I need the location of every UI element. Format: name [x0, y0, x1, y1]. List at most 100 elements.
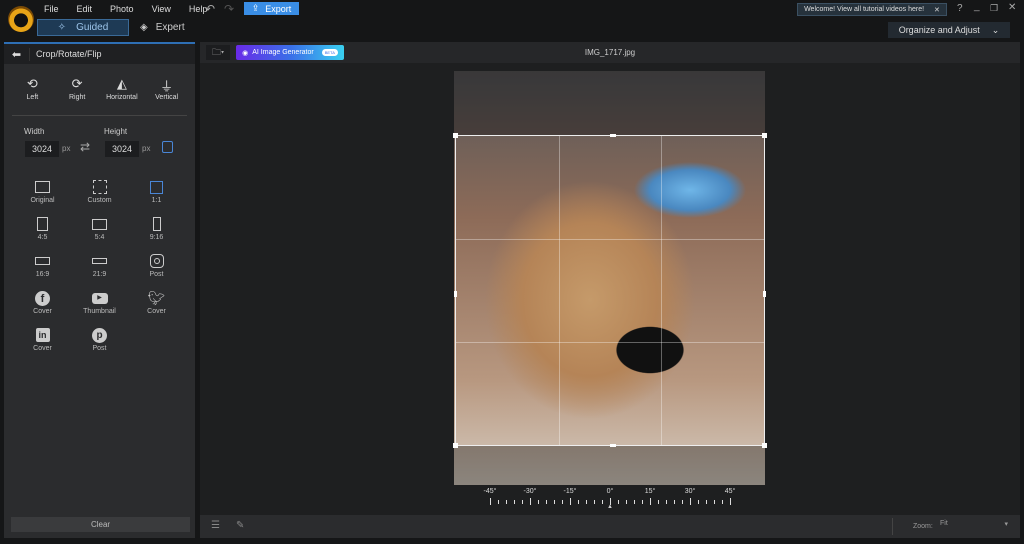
height-unit: px: [142, 144, 151, 153]
square-icon: [128, 177, 185, 197]
ruler-label: 15°: [644, 488, 656, 495]
zoom-dropdown[interactable]: Fit ▾: [940, 520, 1010, 533]
export-button[interactable]: ⇪ Export: [244, 2, 299, 15]
preset-facebook-cover[interactable]: f Cover: [14, 288, 71, 315]
ruler-tick: [730, 498, 731, 505]
upload-icon: ⇪: [251, 3, 260, 13]
crop-handle[interactable]: [610, 134, 616, 137]
ruler-tick: [530, 498, 531, 505]
menu-edit[interactable]: Edit: [77, 4, 93, 14]
youtube-icon: ▶: [71, 288, 128, 308]
back-arrow-icon[interactable]: ⬅: [4, 47, 30, 61]
edit-pen-icon[interactable]: ✎: [236, 520, 244, 531]
crop-handle[interactable]: [762, 443, 767, 448]
rotation-ruler[interactable]: -45° -30° -15° 0° 15° 30° 45° ▲: [480, 488, 740, 514]
restore-icon[interactable]: ❐: [990, 3, 998, 14]
facebook-icon: f: [14, 288, 71, 308]
zoom-value: Fit: [940, 520, 948, 527]
preset-label: Original: [30, 197, 55, 204]
ruler-label: 45°: [724, 488, 736, 495]
preset-youtube-thumbnail[interactable]: ▶ Thumbnail: [71, 288, 128, 315]
crop-handle[interactable]: [454, 290, 457, 297]
crop-handle[interactable]: [453, 133, 458, 138]
preset-twitter-cover[interactable]: 🐦︎ Cover: [128, 288, 185, 316]
preset-4-5[interactable]: 4:5: [14, 214, 71, 241]
swap-icon[interactable]: ⇄: [80, 140, 90, 154]
preset-label: Thumbnail: [83, 308, 116, 315]
divider: [892, 518, 893, 535]
crop-handle[interactable]: [453, 443, 458, 448]
height-input[interactable]: 3024: [105, 141, 139, 157]
guided-mode-tab[interactable]: ✧ Guided: [37, 19, 129, 36]
ruler-tick: [642, 500, 643, 504]
width-input[interactable]: 3024: [25, 141, 59, 157]
crop-handle[interactable]: [762, 133, 767, 138]
tutorial-tooltip[interactable]: Welcome! View all tutorial videos here! ✕: [797, 3, 947, 16]
chevron-down-icon: ⌄: [991, 24, 1000, 35]
expert-mode-tab[interactable]: ◈ Expert: [140, 19, 185, 36]
app-logo: [8, 6, 34, 32]
close-icon[interactable]: ✕: [934, 6, 940, 14]
linkedin-icon: in: [14, 325, 71, 345]
preset-label: Cover: [33, 345, 52, 352]
crop-handle[interactable]: [610, 444, 616, 447]
minimize-icon[interactable]: _: [974, 1, 980, 12]
width-unit: px: [62, 144, 71, 153]
rotation-indicator-icon[interactable]: ▲: [607, 504, 613, 510]
twitter-icon: 🐦︎: [147, 289, 166, 306]
ruler-tick: [506, 500, 507, 504]
ruler-tick: [546, 500, 547, 504]
preset-21-9[interactable]: 21:9: [71, 251, 128, 278]
preset-linkedin-cover[interactable]: in Cover: [14, 325, 71, 352]
ruler-tick: [538, 500, 539, 504]
flip-horizontal-button[interactable]: ◭ Horizontal: [100, 76, 145, 101]
ruler-label: -15°: [563, 488, 577, 495]
preset-16-9[interactable]: 16:9: [14, 251, 71, 278]
undo-icon[interactable]: ↶: [205, 2, 215, 16]
bottom-bar: ☰ ✎ Zoom: Fit ▾: [200, 515, 1020, 538]
preset-custom[interactable]: Custom: [71, 177, 128, 204]
ruler-tick: [522, 500, 523, 504]
rotate-right-button[interactable]: ⟳ Right: [55, 76, 100, 101]
preset-5-4[interactable]: 5:4: [71, 214, 128, 241]
crop-box[interactable]: [453, 133, 767, 448]
menu-photo[interactable]: Photo: [110, 4, 134, 14]
image-icon: [14, 177, 71, 197]
crop-mask-top: [454, 71, 765, 135]
preset-pinterest-post[interactable]: p Post: [71, 325, 128, 352]
lock-aspect-icon[interactable]: [162, 141, 173, 153]
menu-view[interactable]: View: [152, 4, 171, 14]
preset-9-16[interactable]: 9:16: [128, 214, 185, 241]
flip-vertical-icon: ⏚: [160, 79, 174, 94]
aspect-presets: Original Custom 1:1 4:5 5:4 9:16 16:9 21…: [14, 177, 184, 352]
rotate-right-icon: ⟳: [71, 76, 83, 91]
export-label: Export: [265, 3, 292, 14]
rotate-left-button[interactable]: ⟲ Left: [10, 76, 55, 101]
workspace-dropdown[interactable]: Organize and Adjust ⌄: [888, 22, 1010, 38]
pinterest-icon: p: [71, 325, 128, 345]
redo-icon[interactable]: ↷: [224, 2, 234, 16]
width-label: Width: [24, 127, 45, 136]
compare-icon[interactable]: ☰: [211, 520, 220, 531]
help-icon[interactable]: ?: [957, 3, 963, 14]
preset-label: Post: [92, 345, 107, 352]
landscape-16-9-icon: [14, 251, 71, 271]
menu-file[interactable]: File: [44, 4, 59, 14]
preset-label: Cover: [147, 308, 166, 315]
preset-1-1[interactable]: 1:1: [128, 177, 185, 204]
crop-handle[interactable]: [763, 290, 766, 297]
preset-label: 1:1: [151, 197, 162, 204]
preset-label: Post: [149, 271, 164, 278]
preset-instagram-post[interactable]: Post: [128, 251, 185, 278]
tooltip-text: Welcome! View all tutorial videos here!: [804, 6, 925, 13]
preset-label: 4:5: [37, 234, 48, 241]
ruler-tick: [674, 500, 675, 504]
clear-button[interactable]: Clear: [11, 517, 190, 532]
window-close-icon[interactable]: ✕: [1008, 2, 1016, 13]
ruler-tick: [626, 500, 627, 504]
preset-original[interactable]: Original: [14, 177, 71, 204]
ruler-tick: [498, 500, 499, 504]
custom-crop-icon: [71, 177, 128, 197]
layers-icon: ◈: [140, 22, 148, 33]
flip-vertical-button[interactable]: ⏚ Vertical: [144, 76, 189, 101]
